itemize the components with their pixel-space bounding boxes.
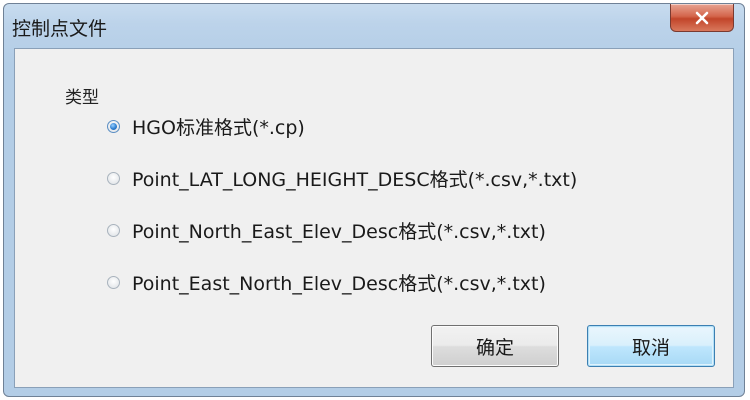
dialog-body: 类型 HGO标准格式(*.cp) Point_LAT_LONG_HEIGHT_D… [14,48,734,388]
radio-button[interactable] [107,276,120,289]
option-north-east-elev-desc[interactable]: Point_North_East_Elev_Desc格式(*.csv,*.txt… [107,217,546,244]
option-lat-long-height-desc[interactable]: Point_LAT_LONG_HEIGHT_DESC格式(*.csv,*.txt… [107,165,577,192]
option-label: HGO标准格式(*.cp) [132,117,305,139]
option-label: Point_North_East_Elev_Desc格式(*.csv,*.txt… [132,221,546,243]
radio-button[interactable] [107,224,120,237]
option-label: Point_East_North_Elev_Desc格式(*.csv,*.txt… [132,273,546,295]
option-label: Point_LAT_LONG_HEIGHT_DESC格式(*.csv,*.txt… [132,169,578,191]
radio-button-checked[interactable] [107,120,120,133]
window-title: 控制点文件 [12,18,108,40]
option-hgo-standard[interactable]: HGO标准格式(*.cp) [107,113,305,140]
title-bar[interactable]: 控制点文件 [4,4,744,48]
option-east-north-elev-desc[interactable]: Point_East_North_Elev_Desc格式(*.csv,*.txt… [107,269,546,296]
type-group-label: 类型 [65,88,99,108]
close-icon [695,11,709,25]
radio-button[interactable] [107,172,120,185]
ok-button[interactable]: 确定 [431,325,559,367]
close-button[interactable] [670,4,734,32]
cancel-button[interactable]: 取消 [587,325,715,367]
dialog-window: 控制点文件 类型 HGO标准格式(*.cp) Point_LAT_LONG_HE… [3,3,745,397]
